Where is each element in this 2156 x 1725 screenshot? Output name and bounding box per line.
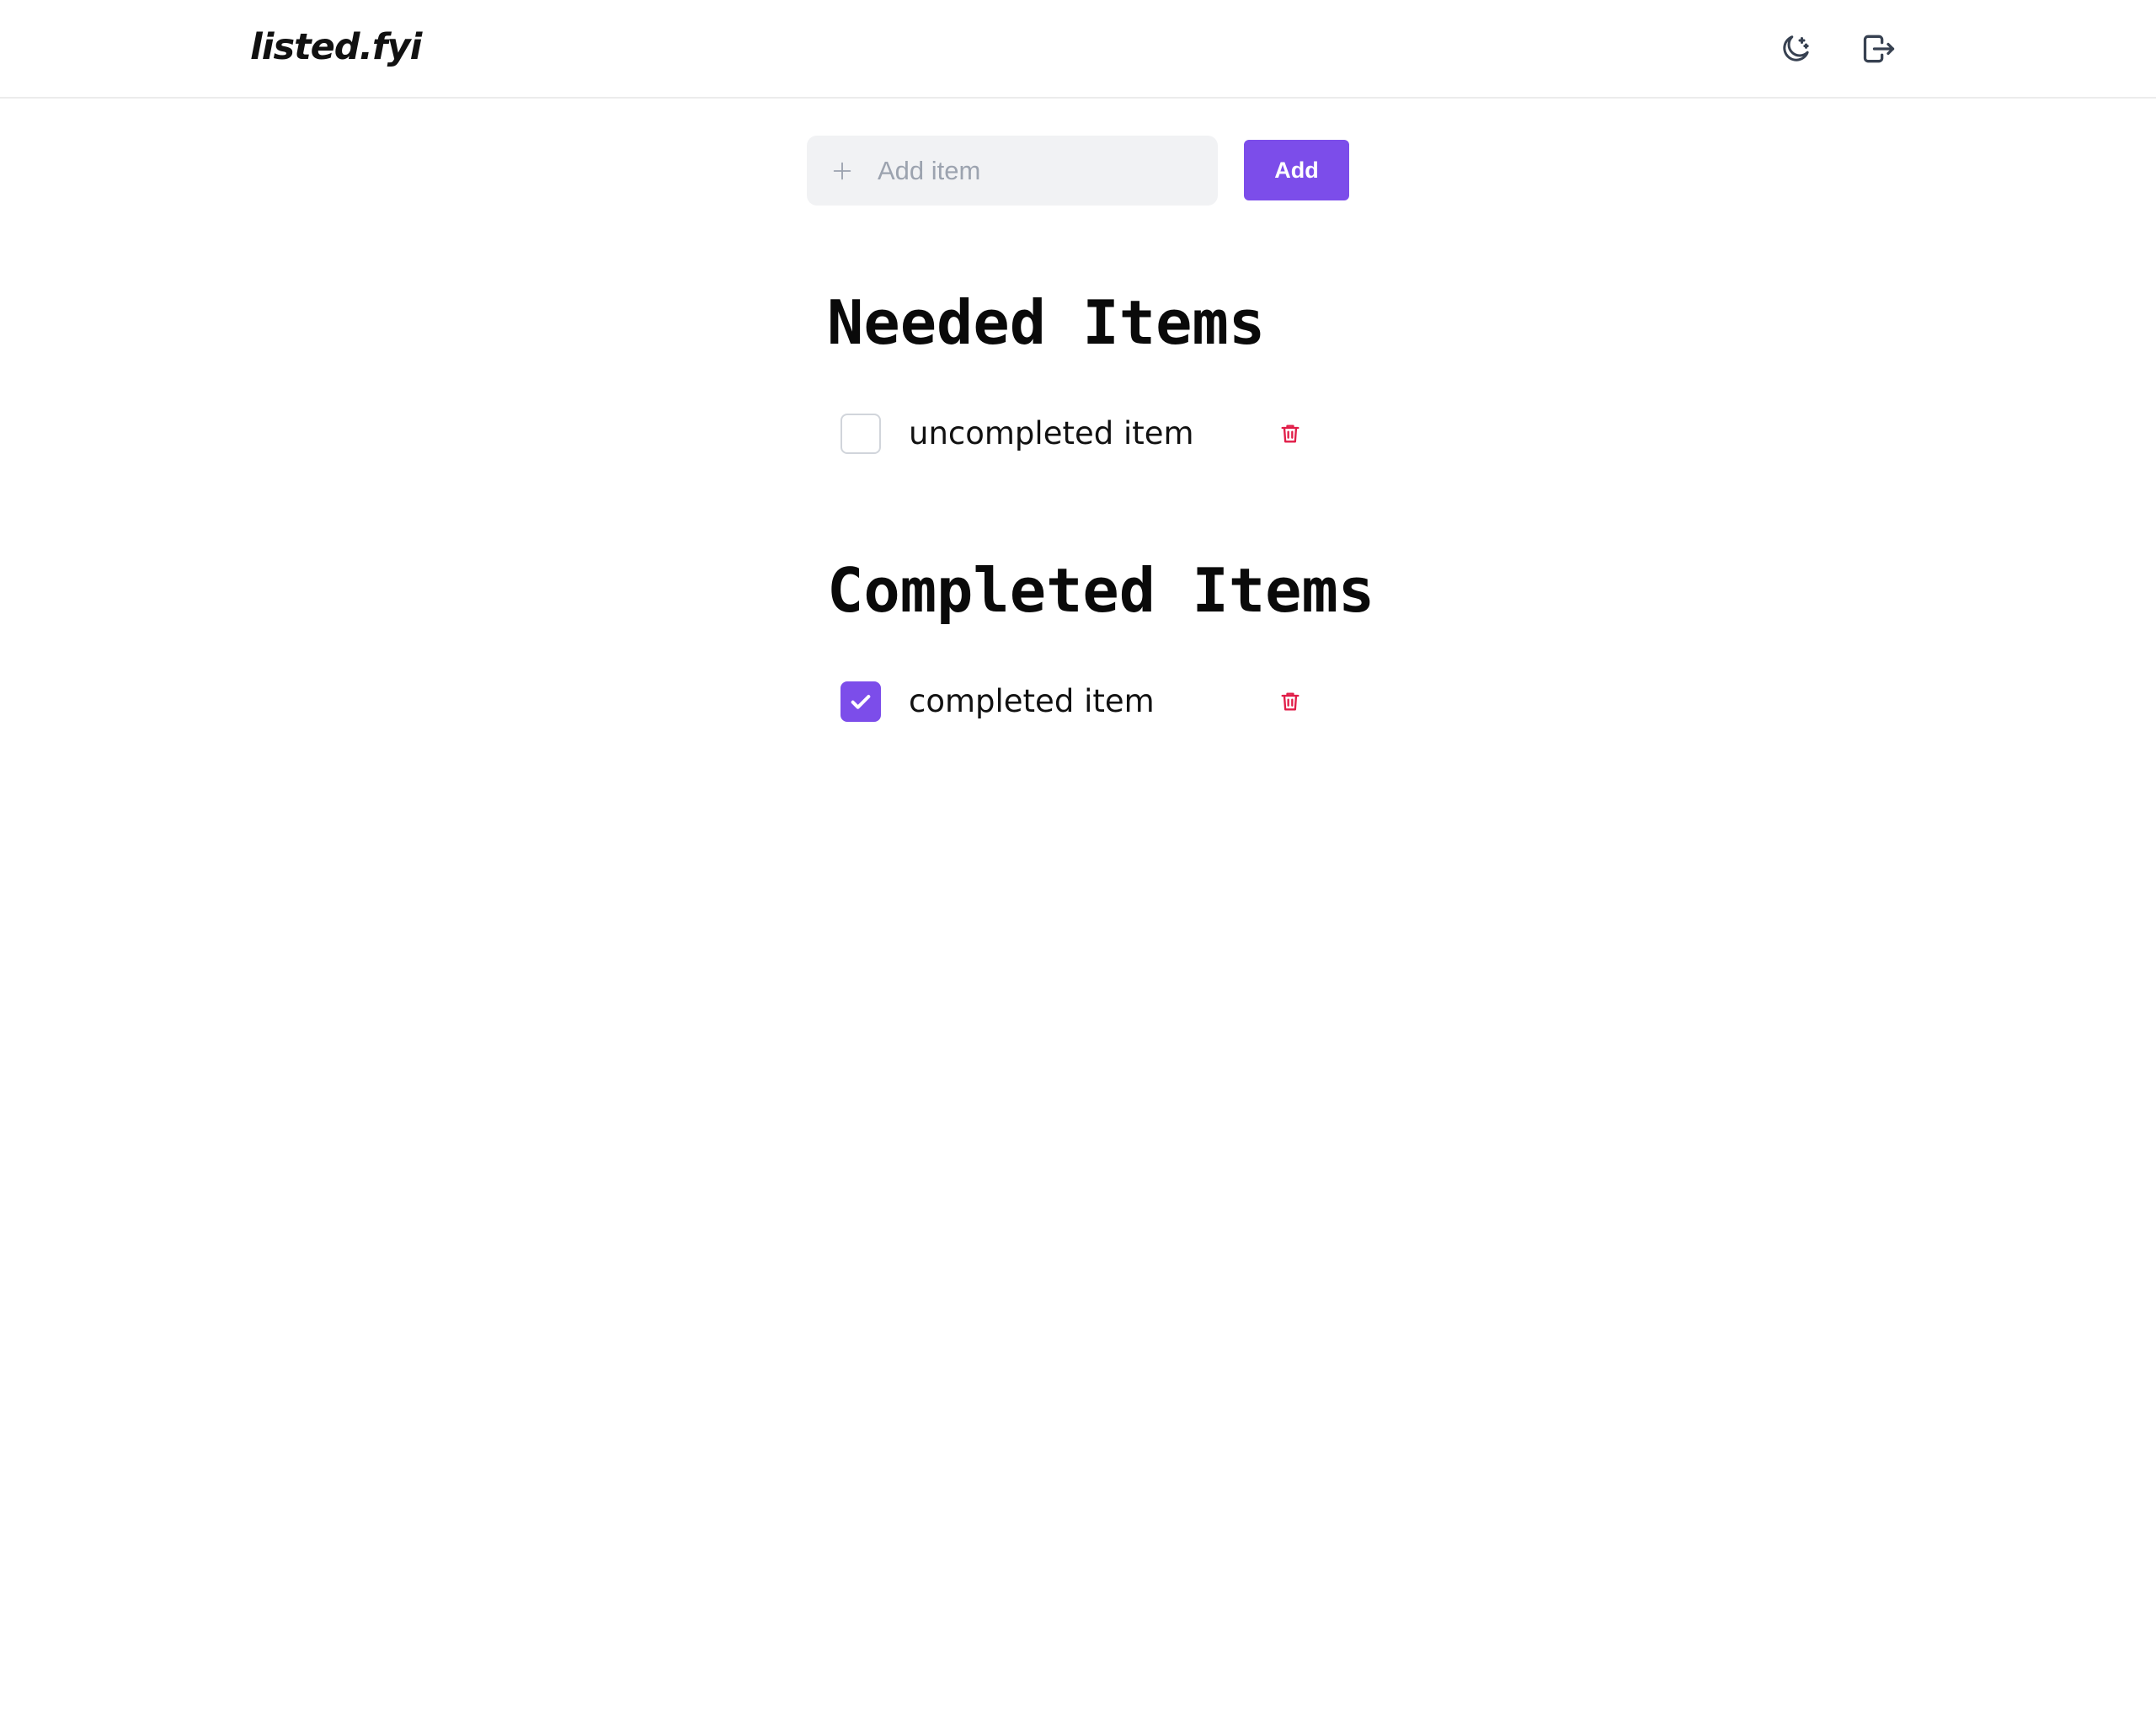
item-label: uncompleted item (909, 415, 1194, 451)
delete-item-button[interactable] (1275, 686, 1305, 717)
item-label: completed item (909, 683, 1155, 719)
add-button[interactable]: Add (1244, 140, 1349, 200)
check-icon (851, 695, 871, 709)
item-checkbox[interactable] (841, 414, 881, 454)
logout-button[interactable] (1857, 27, 1901, 71)
list-item: completed item (827, 672, 1315, 731)
completed-items-heading: Completed Items (827, 555, 1375, 626)
delete-item-button[interactable] (1275, 419, 1305, 449)
list-item: uncompleted item (827, 404, 1315, 463)
trash-icon (1281, 692, 1299, 711)
item-checkbox[interactable] (841, 681, 881, 722)
app-header: listed.fyi (0, 0, 2156, 99)
add-item-field[interactable] (807, 136, 1218, 206)
app-logo[interactable]: listed.fyi (250, 24, 422, 71)
trash-icon (1281, 425, 1299, 443)
add-item-input[interactable] (878, 136, 1206, 206)
plus-icon (833, 162, 851, 180)
logout-icon (1863, 35, 1895, 63)
moon-icon (1783, 35, 1809, 61)
needed-items-heading: Needed Items (827, 287, 1266, 358)
theme-toggle-button[interactable] (1774, 27, 1817, 71)
